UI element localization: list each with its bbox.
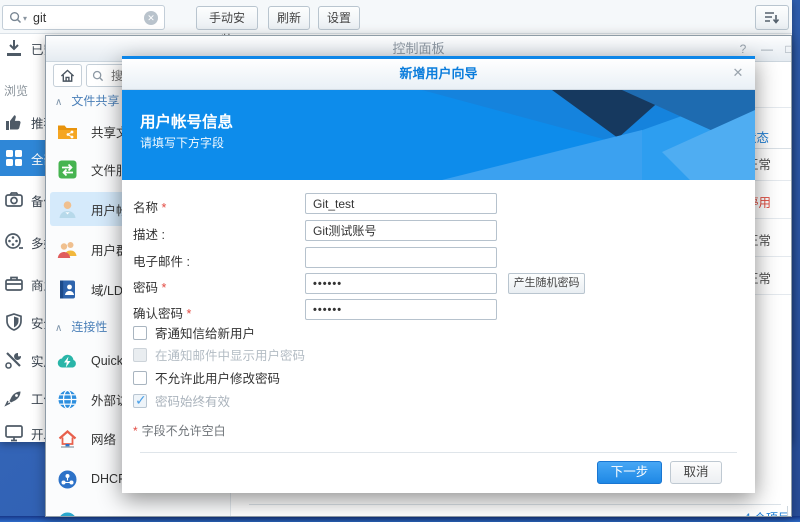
desktop: ▾ ✕ 手动安装 刷新 设置 已安装 浏览 推荐 全部 备份 bbox=[0, 0, 800, 522]
shared-folder-icon bbox=[57, 121, 78, 142]
terminal-snmp-icon bbox=[57, 511, 78, 518]
user-group-icon bbox=[57, 239, 78, 260]
camera-icon bbox=[4, 190, 24, 210]
checkbox-icon bbox=[133, 348, 147, 362]
name-input[interactable] bbox=[305, 193, 497, 214]
refresh-button[interactable]: 刷新 bbox=[268, 6, 310, 30]
chevron-up-icon: ∧ bbox=[55, 97, 62, 108]
field-label-password: 密码 bbox=[133, 277, 166, 296]
shield-icon bbox=[4, 312, 24, 332]
confirm-password-input[interactable] bbox=[305, 299, 497, 320]
search-icon bbox=[9, 11, 22, 24]
sidebar-section-browse: 浏览 bbox=[4, 82, 28, 99]
thumbs-up-icon bbox=[4, 112, 24, 132]
sort-button[interactable] bbox=[755, 5, 789, 30]
field-label-confirm-password: 确认密码 bbox=[133, 303, 191, 322]
statusbar-divider bbox=[249, 504, 781, 505]
film-reel-icon bbox=[4, 232, 24, 252]
sidebar-item-partial[interactable] bbox=[50, 504, 228, 517]
checkbox-password-never-expires: 密码始终有效 bbox=[133, 393, 230, 408]
description-input[interactable] bbox=[305, 220, 497, 241]
home-icon bbox=[60, 69, 75, 83]
monitor-icon bbox=[4, 423, 24, 443]
required-field-note: *字段不允许空白 bbox=[133, 422, 226, 439]
password-input[interactable] bbox=[305, 273, 497, 294]
download-icon bbox=[4, 38, 24, 58]
domain-ldap-icon bbox=[57, 279, 78, 300]
quickconnect-icon bbox=[57, 351, 78, 372]
checkbox-icon bbox=[133, 394, 147, 408]
add-user-wizard-dialog: 新增用户向导 ✕ 用户帐号信息 请填写下方字段 名称 描述 电子邮件 密码 产生… bbox=[122, 56, 755, 493]
file-services-icon bbox=[57, 159, 78, 180]
cancel-button[interactable]: 取消 bbox=[670, 461, 722, 484]
home-button[interactable] bbox=[53, 64, 82, 87]
items-count: 4 个项目 bbox=[744, 509, 790, 517]
checkbox-icon[interactable] bbox=[133, 371, 147, 385]
close-icon[interactable]: ✕ bbox=[730, 65, 746, 81]
globe-icon bbox=[57, 389, 78, 410]
rocket-icon bbox=[4, 388, 24, 408]
network-house-icon bbox=[57, 428, 78, 449]
banner-subtitle: 请填写下方字段 bbox=[140, 134, 224, 151]
footer-divider bbox=[140, 452, 737, 453]
email-input[interactable] bbox=[305, 247, 497, 268]
checkbox-show-password-in-email: 在通知邮件中显示用户密码 bbox=[133, 347, 305, 362]
dialog-title: 新增用户向导 bbox=[122, 59, 755, 89]
checkbox-send-notification[interactable]: 寄通知信给新用户 bbox=[133, 325, 255, 340]
dialog-banner: 用户帐号信息 请填写下方字段 bbox=[122, 90, 755, 180]
search-icon bbox=[92, 70, 104, 82]
chevron-up-icon: ∧ bbox=[55, 323, 62, 334]
manual-install-button[interactable]: 手动安装 bbox=[196, 6, 258, 30]
section-file-sharing[interactable]: ∧文件共享 bbox=[55, 92, 119, 109]
banner-facet bbox=[442, 130, 642, 180]
user-icon bbox=[57, 199, 78, 220]
maximize-button[interactable]: □ bbox=[780, 40, 792, 58]
wrench-icon bbox=[4, 350, 24, 370]
dialog-titlebar[interactable]: 新增用户向导 bbox=[122, 59, 755, 90]
sort-icon bbox=[764, 11, 780, 25]
minimize-button[interactable]: — bbox=[758, 40, 776, 58]
generate-random-password-button[interactable]: 产生随机密码 bbox=[508, 273, 585, 294]
section-connectivity[interactable]: ∧连接性 bbox=[55, 318, 107, 335]
banner-title: 用户帐号信息 bbox=[140, 110, 233, 132]
grid-icon bbox=[4, 148, 24, 168]
search-scope-caret-icon[interactable]: ▾ bbox=[23, 14, 27, 23]
search-clear-icon[interactable]: ✕ bbox=[144, 11, 158, 25]
field-label-email: 电子邮件 bbox=[133, 251, 190, 270]
settings-button[interactable]: 设置 bbox=[318, 6, 360, 30]
checkbox-icon[interactable] bbox=[133, 326, 147, 340]
briefcase-icon bbox=[4, 274, 24, 294]
checkbox-disallow-password-change[interactable]: 不允许此用户修改密码 bbox=[133, 370, 280, 385]
statusbar-separator bbox=[787, 506, 788, 517]
field-label-description: 描述 bbox=[133, 224, 165, 243]
next-button[interactable]: 下一步 bbox=[597, 461, 662, 484]
package-search-box[interactable]: ▾ ✕ bbox=[2, 5, 165, 30]
field-label-name: 名称 bbox=[133, 197, 166, 216]
dhcp-server-icon bbox=[57, 469, 78, 490]
package-search-input[interactable] bbox=[31, 10, 144, 26]
asterisk-icon: * bbox=[133, 424, 138, 438]
